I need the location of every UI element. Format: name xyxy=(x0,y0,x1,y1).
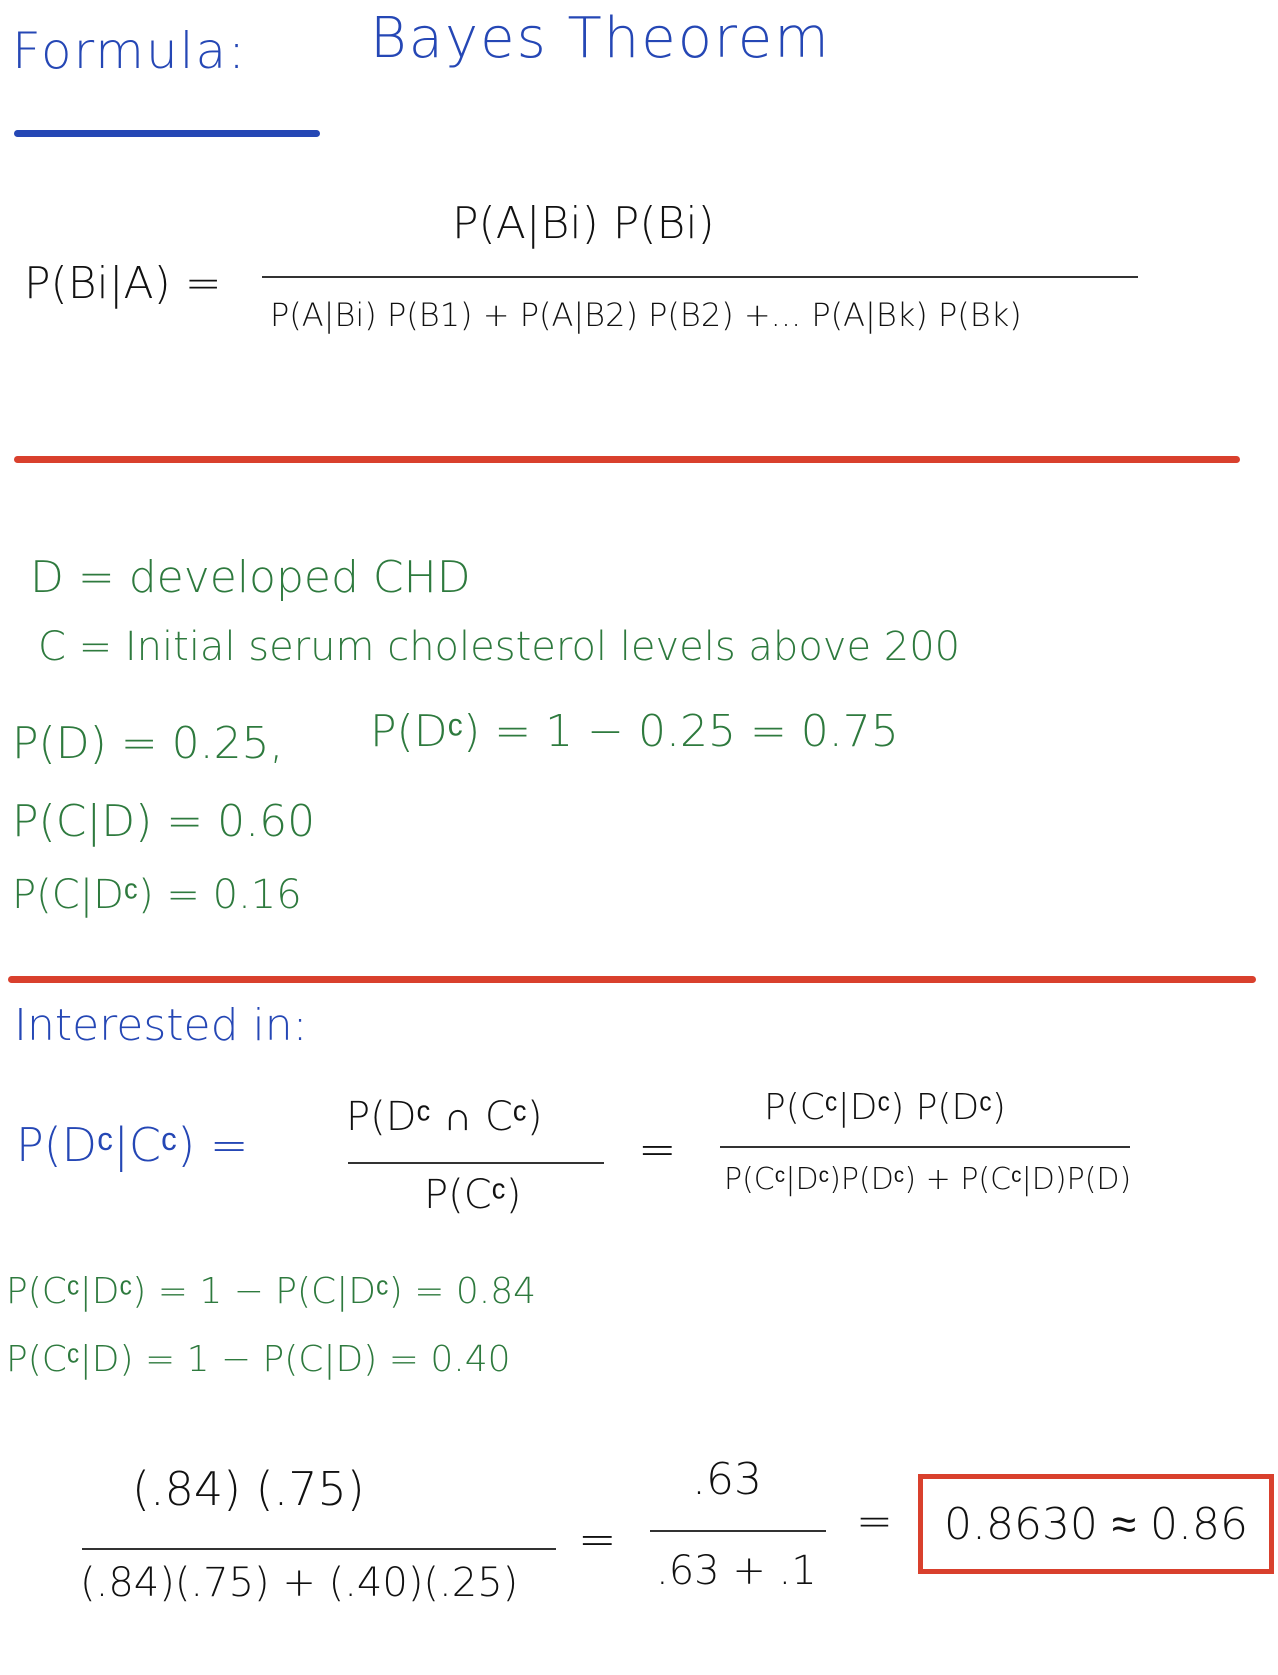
answer-box: 0.8630 ≈ 0.86 xyxy=(918,1474,1274,1574)
interest-lhs: P(Dᶜ|Cᶜ) = xyxy=(16,1118,249,1172)
calc-numerator-2: .63 xyxy=(692,1454,762,1505)
formula-label: Formula: xyxy=(12,22,248,80)
interest-fraction2-denominator: P(Cᶜ|Dᶜ)P(Dᶜ) + P(Cᶜ|D)P(D) xyxy=(724,1162,1132,1197)
interest-fraction1-numerator: P(Dᶜ ∩ Cᶜ) xyxy=(346,1094,543,1140)
prob-d-complement: P(Dᶜ) = 1 − 0.25 = 0.75 xyxy=(370,706,899,757)
notes-page: Formula: Bayes Theorem P(Bi|A) = P(A|Bi)… xyxy=(0,0,1278,1675)
interest-equals: = xyxy=(638,1122,677,1176)
formula-underline xyxy=(14,130,320,137)
complement-line-2: P(Cᶜ|D) = 1 − P(C|D) = 0.40 xyxy=(6,1339,511,1380)
formula-numerator: P(A|Bi) P(Bi) xyxy=(452,198,715,249)
formula-denominator: P(A|Bi) P(B1) + P(A|B2) P(B2) +... P(A|B… xyxy=(270,296,1022,334)
calc-denominator-2: .63 + .1 xyxy=(656,1548,817,1594)
interest-fraction1-bar xyxy=(348,1162,604,1164)
interest-fraction1-denominator: P(Cᶜ) xyxy=(424,1172,522,1218)
interest-label: Interested in: xyxy=(14,1000,308,1051)
interest-fraction2-numerator: P(Cᶜ|Dᶜ) P(Dᶜ) xyxy=(764,1087,1006,1128)
final-answer: 0.8630 ≈ 0.86 xyxy=(943,1498,1249,1550)
calc-numerator: (.84) (.75) xyxy=(132,1462,365,1516)
formula-fraction-bar xyxy=(262,276,1138,278)
page-title: Bayes Theorem xyxy=(370,6,831,71)
definition-c: C = Initial serum cholesterol levels abo… xyxy=(38,624,961,670)
calc-equals-2: = xyxy=(856,1496,893,1547)
prob-c-given-dc: P(C|Dᶜ) = 0.16 xyxy=(12,872,302,918)
complement-line-1: P(Cᶜ|Dᶜ) = 1 − P(C|Dᶜ) = 0.84 xyxy=(6,1271,537,1312)
calc-fraction-bar xyxy=(82,1548,556,1550)
prob-c-given-d: P(C|D) = 0.60 xyxy=(12,796,316,847)
interest-fraction2-bar xyxy=(720,1146,1130,1148)
section-divider-2 xyxy=(8,976,1256,983)
calc-denominator: (.84)(.75) + (.40)(.25) xyxy=(80,1560,519,1606)
definition-d: D = developed CHD xyxy=(30,552,471,603)
section-divider-1 xyxy=(14,456,1240,463)
calc-fraction-bar-2 xyxy=(650,1530,826,1532)
calc-equals-1: = xyxy=(578,1512,617,1566)
prob-d: P(D) = 0.25, xyxy=(12,718,284,769)
formula-lhs: P(Bi|A) = xyxy=(24,258,222,309)
